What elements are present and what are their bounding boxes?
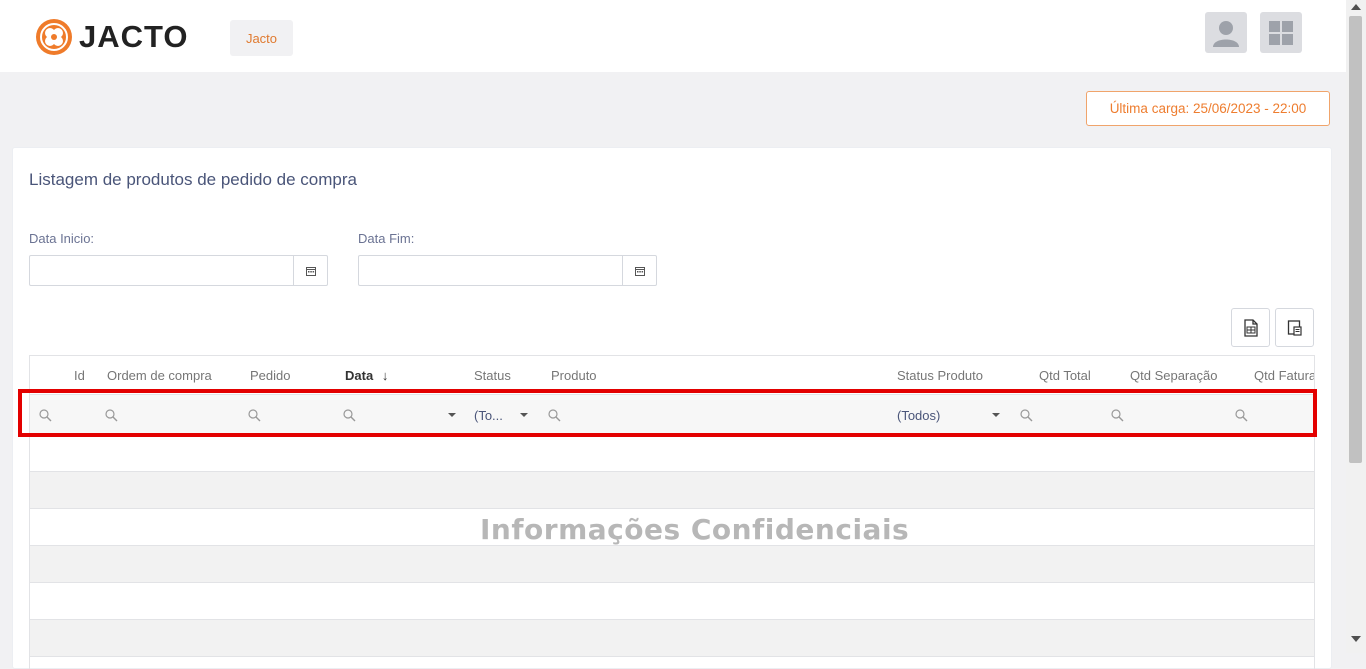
column-header-qtd-total[interactable]: Qtd Total [1039, 368, 1091, 383]
top-bar: JACTO Jacto [0, 0, 1346, 72]
table-row[interactable] [30, 583, 1314, 620]
last-load-badge: Última carga: 25/06/2023 - 22:00 [1086, 91, 1330, 126]
column-header-qtd-fatura[interactable]: Qtd Fatura [1254, 368, 1314, 383]
start-date-input[interactable] [29, 255, 328, 286]
table-row[interactable] [30, 546, 1314, 583]
logo-text: JACTO [79, 19, 189, 54]
calendar-icon [305, 266, 316, 276]
column-chooser-button[interactable] [1275, 308, 1314, 347]
column-header-data-label: Data [345, 368, 374, 383]
table-row[interactable] [30, 435, 1314, 472]
end-date-label: Data Fim: [358, 231, 415, 246]
jacto-logo[interactable]: JACTO [35, 18, 189, 56]
end-date-calendar-button[interactable] [622, 256, 656, 285]
company-button[interactable]: Jacto [230, 20, 293, 56]
column-header-ordem-de-compra[interactable]: Ordem de compra [107, 368, 212, 383]
table-row[interactable] [30, 472, 1314, 509]
column-header-qtd-separacao[interactable]: Qtd Separação [1130, 368, 1217, 383]
start-date-label: Data Inicio: [29, 231, 95, 246]
export-excel-button[interactable] [1231, 308, 1270, 347]
user-profile-button[interactable] [1205, 12, 1247, 53]
scroll-down-arrow-icon[interactable] [1351, 636, 1361, 642]
start-date-calendar-button[interactable] [293, 256, 327, 285]
column-header-produto[interactable]: Produto [551, 368, 597, 383]
logo-icon [36, 19, 72, 55]
confidential-watermark: Informações Confidenciais [480, 513, 910, 546]
sort-descending-icon: ↓ [381, 368, 389, 383]
user-icon [1213, 20, 1239, 47]
apps-grid-icon [1269, 20, 1293, 45]
page-title: Listagem de produtos de pedido de compra [29, 170, 357, 189]
column-header-data[interactable]: Data ↓ [345, 368, 388, 383]
column-header-id[interactable]: Id [74, 368, 85, 383]
page-scrollbar[interactable] [1346, 0, 1366, 653]
column-chooser-icon [1287, 319, 1302, 336]
scroll-up-arrow-icon[interactable] [1351, 4, 1361, 10]
table-row[interactable] [30, 620, 1314, 657]
apps-menu-button[interactable] [1260, 12, 1302, 53]
column-header-status[interactable]: Status [474, 368, 511, 383]
scroll-thumb[interactable] [1349, 16, 1362, 463]
column-header-status-produto[interactable]: Status Produto [897, 368, 983, 383]
filter-row-highlight [18, 389, 1317, 437]
end-date-input[interactable] [358, 255, 657, 286]
export-file-icon [1243, 318, 1258, 337]
calendar-icon [634, 266, 645, 276]
column-header-pedido[interactable]: Pedido [250, 368, 290, 383]
